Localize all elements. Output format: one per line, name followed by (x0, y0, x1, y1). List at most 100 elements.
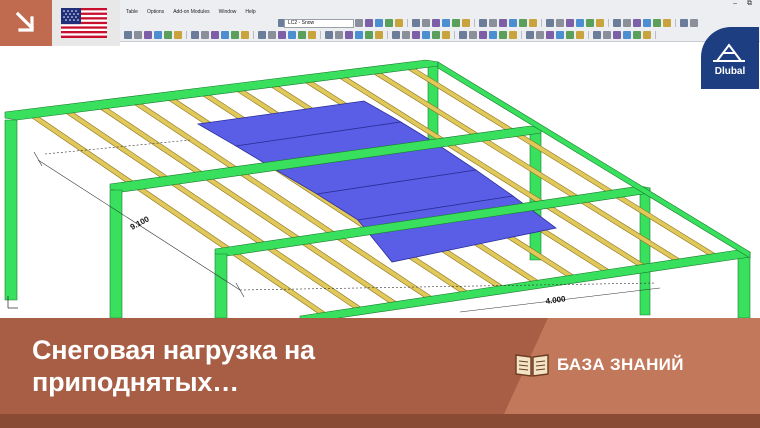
toolbar-button[interactable] (422, 31, 430, 39)
toolbar-button[interactable] (201, 31, 209, 39)
toolbar-button[interactable] (288, 31, 296, 39)
toolbar-button[interactable] (402, 31, 410, 39)
toolbar-button[interactable] (536, 31, 544, 39)
toolbar-button[interactable] (556, 31, 564, 39)
toolbar-button[interactable] (623, 31, 631, 39)
toolbar-button[interactable] (566, 19, 574, 27)
toolbar-button[interactable] (432, 31, 440, 39)
toolbar-button[interactable] (412, 31, 420, 39)
toolbar-button[interactable] (278, 31, 286, 39)
toolbar-button[interactable] (268, 31, 276, 39)
toolbar-button[interactable] (154, 31, 162, 39)
toolbar-button[interactable] (623, 19, 631, 27)
dimension-label-left: 9.100 (129, 214, 151, 232)
column-left-1 (4, 119, 18, 301)
language-flag[interactable] (52, 0, 120, 46)
toolbar-button[interactable] (325, 31, 333, 39)
dlubal-logo[interactable] (701, 27, 759, 89)
toolbar-button[interactable] (593, 31, 601, 39)
article-title-line-1: Снеговая нагрузка на (32, 335, 315, 365)
toolbar-button[interactable] (231, 31, 239, 39)
menu-item-add-on-modules[interactable]: Add-on Modules (173, 8, 209, 17)
toolbar-button[interactable] (509, 19, 517, 27)
toolbar-button[interactable] (643, 31, 651, 39)
toolbar-button[interactable] (499, 19, 507, 27)
toolbar-button[interactable] (144, 31, 152, 39)
toolbar-button[interactable] (375, 31, 383, 39)
toolbar-button[interactable] (613, 19, 621, 27)
toolbar-separator (186, 31, 187, 39)
toolbar-button[interactable] (613, 31, 621, 39)
toolbar-button[interactable] (462, 19, 470, 27)
toolbar-button[interactable] (529, 19, 537, 27)
toolbar-button[interactable] (546, 19, 554, 27)
toolbar-button[interactable] (258, 31, 266, 39)
toolbar-button[interactable] (365, 19, 373, 27)
toolbar-button[interactable] (479, 19, 487, 27)
toolbar-button[interactable] (546, 31, 554, 39)
toolbar-button[interactable] (576, 31, 584, 39)
toolbar-button[interactable] (519, 19, 527, 27)
toolbar-button[interactable] (164, 31, 172, 39)
toolbar-button[interactable] (355, 19, 363, 27)
dimension-label-front: 4.000 (545, 294, 567, 306)
toolbar-button[interactable] (174, 31, 182, 39)
minimize-button[interactable]: – (733, 0, 737, 8)
toolbar-button[interactable] (690, 19, 698, 27)
toolbar-button[interactable] (596, 19, 604, 27)
toolbar-button[interactable] (432, 19, 440, 27)
load-case-select[interactable]: LC2 - Snow (284, 19, 354, 28)
toolbar-button[interactable] (633, 31, 641, 39)
knowledge-base-label[interactable]: БАЗА ЗНАНИЙ (557, 355, 684, 375)
article-title[interactable]: Снеговая нагрузка на приподнятых… (32, 334, 472, 398)
toolbar-button[interactable] (191, 31, 199, 39)
toolbar-button[interactable] (576, 19, 584, 27)
structural-model-viewport[interactable]: 9.100 4.000 (0, 42, 760, 318)
toolbar-button[interactable] (442, 19, 450, 27)
toolbar-button[interactable] (392, 31, 400, 39)
toolbar-button[interactable] (479, 31, 487, 39)
toolbar-row-2 (124, 30, 658, 40)
toolbar-button[interactable] (308, 31, 316, 39)
toolbar-button[interactable] (345, 31, 353, 39)
toolbar-button[interactable] (643, 19, 651, 27)
toolbar-button[interactable] (633, 19, 641, 27)
toolbar-button[interactable] (442, 31, 450, 39)
toolbar-button[interactable] (335, 31, 343, 39)
toolbar-button[interactable] (566, 31, 574, 39)
toolbar-button[interactable] (221, 31, 229, 39)
toolbar-button[interactable] (211, 31, 219, 39)
toolbar-button[interactable] (355, 31, 363, 39)
toolbar-button[interactable] (459, 31, 467, 39)
toolbar-button[interactable] (489, 19, 497, 27)
menu-item-window[interactable]: Window (219, 8, 237, 17)
toolbar-button[interactable] (124, 31, 132, 39)
toolbar-button[interactable] (653, 19, 661, 27)
toolbar-button[interactable] (452, 19, 460, 27)
restore-button[interactable]: ⧉ (747, 0, 752, 8)
toolbar-button[interactable] (241, 31, 249, 39)
menu-item-options[interactable]: Options (147, 8, 164, 17)
toolbar-button[interactable] (298, 31, 306, 39)
toolbar-button[interactable] (586, 19, 594, 27)
toolbar-button[interactable] (680, 19, 688, 27)
toolbar-button[interactable] (422, 19, 430, 27)
toolbar-button[interactable] (663, 19, 671, 27)
toolbar-button[interactable] (134, 31, 142, 39)
menu-item-table[interactable]: Table (126, 8, 138, 17)
toolbar-button[interactable] (603, 31, 611, 39)
toolbar-button[interactable] (385, 19, 393, 27)
toolbar-button[interactable] (489, 31, 497, 39)
toolbar-button[interactable] (499, 31, 507, 39)
corner-badge[interactable] (0, 0, 52, 46)
toolbar-button[interactable] (375, 19, 383, 27)
toolbar-button[interactable] (365, 31, 373, 39)
toolbar-button[interactable] (395, 19, 403, 27)
toolbar-button[interactable] (556, 19, 564, 27)
toolbar-button[interactable] (526, 31, 534, 39)
toolbar-button[interactable] (469, 31, 477, 39)
toolbar-button[interactable] (412, 19, 420, 27)
column-left-2 (109, 189, 123, 318)
toolbar-button[interactable] (509, 31, 517, 39)
menu-item-help[interactable]: Help (245, 8, 255, 17)
